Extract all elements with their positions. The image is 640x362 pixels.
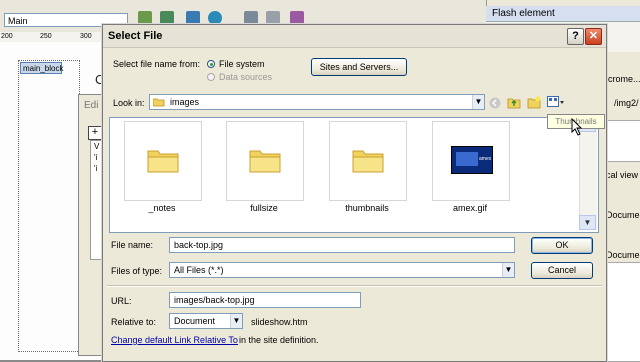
ruler-tick: 200 [1, 33, 13, 40]
panel-text: cal view [606, 170, 639, 180]
file-thumbnail[interactable]: amex [432, 121, 510, 201]
panel-text: /img2/ [614, 98, 639, 108]
amex-image-text: amex [479, 156, 492, 162]
amex-logo-block [456, 152, 478, 166]
file-thumbnail[interactable] [226, 121, 304, 201]
change-default-link[interactable]: Change default Link Relative To [111, 335, 238, 345]
arrows-icon[interactable] [186, 11, 200, 25]
folder-icon [147, 150, 179, 173]
look-in-select[interactable]: images ▼ [149, 94, 485, 110]
look-in-value: images [170, 97, 200, 107]
data-sources-radio[interactable] [207, 73, 215, 81]
panel-field [604, 262, 640, 362]
files-of-type-label: Files of type: [111, 266, 163, 276]
panel-text: icrome... [606, 74, 640, 84]
chevron-down-icon[interactable]: ▼ [472, 95, 484, 109]
refresh-icon[interactable] [244, 11, 258, 25]
title-bar[interactable]: Select File ? ✕ [103, 25, 606, 48]
folder-icon [153, 98, 165, 107]
sites-and-servers-button[interactable]: Sites and Servers... [311, 58, 407, 76]
file-system-radio[interactable] [207, 60, 215, 68]
cancel-button[interactable]: Cancel [531, 262, 593, 279]
data-sources-label: Data sources [219, 72, 273, 82]
help-button[interactable]: ? [567, 28, 584, 45]
file-name: fullsize [250, 203, 278, 213]
edit-dialog-title: Edi [84, 100, 99, 111]
close-button[interactable]: ✕ [585, 28, 602, 45]
file-name: amex.gif [452, 203, 487, 213]
files-of-type-select[interactable]: All Files (*.*) ▼ [169, 262, 515, 278]
view-menu-icon[interactable] [547, 96, 565, 108]
select-from-label: Select file name from: [113, 59, 201, 69]
panel-text: Documen [606, 210, 640, 220]
mouse-cursor-icon [571, 118, 583, 136]
panel-field [604, 120, 640, 162]
view-options-icon[interactable] [266, 11, 280, 25]
chevron-down-icon[interactable]: ▼ [502, 263, 514, 277]
files-of-type-value: All Files (*.*) [174, 265, 224, 275]
file-thumbnail[interactable] [329, 121, 407, 201]
scroll-down-button[interactable]: ▼ [579, 215, 596, 230]
visual-aids-icon[interactable] [290, 11, 304, 25]
url-input[interactable]: images/back-top.jpg [169, 292, 361, 308]
up-folder-icon[interactable] [507, 95, 521, 109]
validate-icon[interactable] [138, 11, 152, 25]
folder-icon [249, 150, 281, 173]
folder-icon [352, 150, 384, 173]
relative-file-name: slideshow.htm [251, 317, 308, 327]
amex-image: amex [451, 146, 493, 174]
divider [107, 285, 602, 287]
ruler-tick: 250 [40, 33, 52, 40]
check-icon[interactable] [160, 11, 174, 25]
relative-to-label: Relative to: [111, 317, 157, 327]
back-icon[interactable] [489, 97, 501, 109]
file-name: _notes [148, 203, 176, 213]
file-name-input[interactable]: back-top.jpg [169, 237, 515, 253]
relative-to-value: Document [174, 316, 216, 326]
new-folder-icon[interactable] [527, 95, 541, 109]
panel-text: Documen [606, 250, 640, 260]
link-suffix-text: in the site definition. [239, 335, 319, 345]
file-name-label: File name: [111, 240, 154, 250]
dialog-title: Select File [108, 30, 163, 42]
layout-outline [18, 60, 80, 352]
add-icon[interactable]: + [88, 126, 102, 140]
file-thumbnail[interactable] [124, 121, 202, 201]
url-label: URL: [111, 296, 132, 306]
flash-element-tab[interactable]: Flash element [486, 6, 640, 22]
file-name: thumbnails [345, 203, 389, 213]
globe-icon[interactable] [208, 11, 222, 25]
ok-button[interactable]: OK [531, 237, 593, 254]
main-block-tag[interactable]: main_block [20, 62, 63, 74]
file-system-label: File system [219, 59, 265, 69]
ruler-tick: 300 [80, 33, 92, 40]
look-in-label: Look in: [113, 98, 145, 108]
chevron-down-icon[interactable]: ▼ [230, 314, 242, 328]
select-file-dialog: Select File ? ✕ Select file name from: F… [102, 24, 607, 362]
relative-to-select[interactable]: Document ▼ [169, 313, 243, 329]
